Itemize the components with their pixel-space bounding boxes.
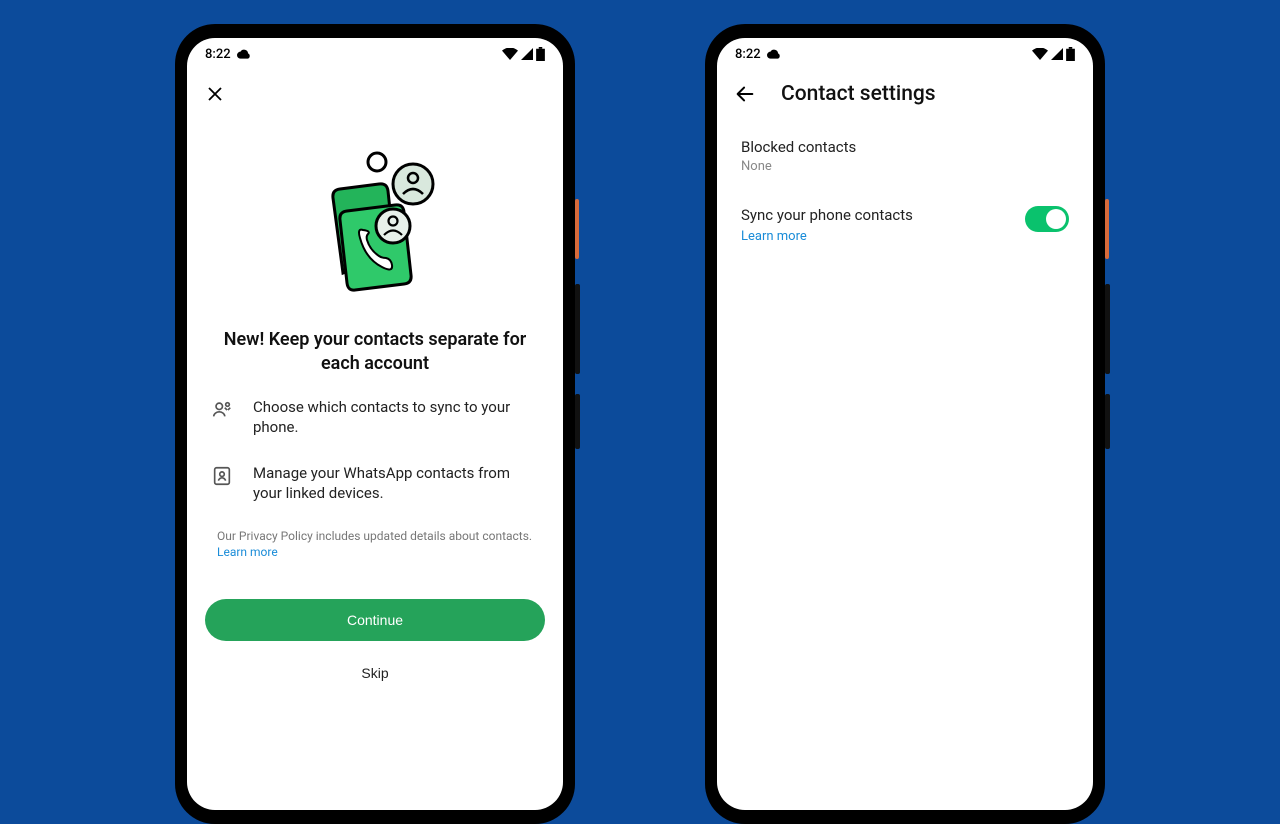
sync-contacts-toggle[interactable] bbox=[1025, 206, 1069, 232]
privacy-note: Our Privacy Policy includes updated deta… bbox=[205, 528, 545, 562]
privacy-text: Our Privacy Policy includes updated deta… bbox=[217, 529, 532, 543]
bullet-item: Choose which contacts to sync to your ph… bbox=[211, 397, 539, 438]
close-button[interactable] bbox=[201, 80, 229, 108]
setting-value: None bbox=[741, 159, 1069, 174]
bullet-text: Choose which contacts to sync to your ph… bbox=[253, 397, 539, 438]
wifi-icon bbox=[1032, 48, 1048, 60]
bullet-item: Manage your WhatsApp contacts from your … bbox=[211, 463, 539, 504]
sync-learn-more-link[interactable]: Learn more bbox=[741, 229, 913, 244]
status-bar: 8:22 bbox=[187, 38, 563, 70]
setting-label: Sync your phone contacts bbox=[741, 206, 913, 224]
onboarding-headline: New! Keep your contacts separate for eac… bbox=[205, 328, 545, 377]
cloud-icon bbox=[767, 49, 781, 59]
battery-icon bbox=[1066, 47, 1075, 61]
battery-icon bbox=[536, 47, 545, 61]
back-button[interactable] bbox=[731, 80, 759, 108]
phone-frame-right: 8:22 Contact settings bbox=[705, 24, 1105, 824]
privacy-learn-more-link[interactable]: Learn more bbox=[217, 545, 278, 559]
setting-label: Blocked contacts bbox=[741, 138, 1069, 156]
continue-button[interactable]: Continue bbox=[205, 599, 545, 641]
hardware-button bbox=[1105, 284, 1110, 374]
arrow-back-icon bbox=[734, 83, 756, 105]
status-time: 8:22 bbox=[735, 47, 761, 62]
status-time: 8:22 bbox=[205, 47, 231, 62]
status-bar: 8:22 bbox=[717, 38, 1093, 70]
contacts-sync-icon bbox=[211, 397, 233, 425]
hardware-button bbox=[575, 284, 580, 374]
close-icon bbox=[206, 85, 224, 103]
hardware-button bbox=[575, 394, 580, 449]
hardware-button bbox=[1105, 394, 1110, 449]
signal-icon bbox=[1051, 48, 1063, 60]
blocked-contacts-item[interactable]: Blocked contacts None bbox=[741, 124, 1069, 188]
cloud-icon bbox=[237, 49, 251, 59]
screen-contact-settings: 8:22 Contact settings bbox=[717, 38, 1093, 810]
bullet-text: Manage your WhatsApp contacts from your … bbox=[253, 463, 539, 504]
app-bar: Contact settings bbox=[717, 70, 1093, 118]
sync-contacts-item: Sync your phone contacts Learn more bbox=[741, 188, 1069, 262]
linked-devices-icon bbox=[211, 463, 233, 491]
skip-button[interactable]: Skip bbox=[205, 655, 545, 691]
app-bar bbox=[187, 70, 563, 118]
hero-illustration bbox=[205, 118, 545, 328]
screen-onboarding: 8:22 bbox=[187, 38, 563, 810]
wifi-icon bbox=[502, 48, 518, 60]
signal-icon bbox=[521, 48, 533, 60]
phone-frame-left: 8:22 bbox=[175, 24, 575, 824]
page-title: Contact settings bbox=[781, 82, 936, 106]
